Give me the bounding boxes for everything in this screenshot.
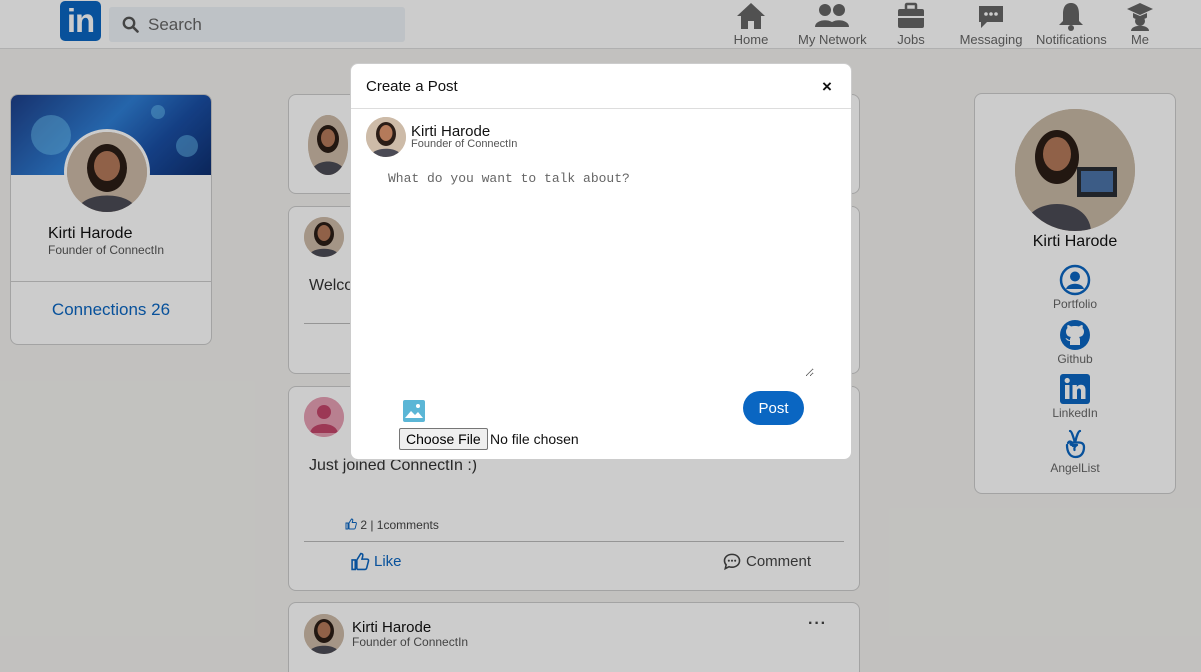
modal-title: Create a Post xyxy=(366,78,458,95)
divider xyxy=(351,108,851,109)
post-textarea[interactable] xyxy=(388,171,814,377)
author-title: Founder of ConnectIn xyxy=(411,138,518,150)
file-status: No file chosen xyxy=(490,431,579,447)
image-upload-icon[interactable] xyxy=(402,399,426,423)
post-button[interactable]: Post xyxy=(743,391,804,425)
close-button[interactable]: × xyxy=(822,77,832,97)
create-post-modal: Create a Post × Kirti Harode Founder of … xyxy=(350,63,852,460)
author-avatar xyxy=(366,117,406,157)
choose-file-button[interactable]: Choose File xyxy=(399,428,488,450)
